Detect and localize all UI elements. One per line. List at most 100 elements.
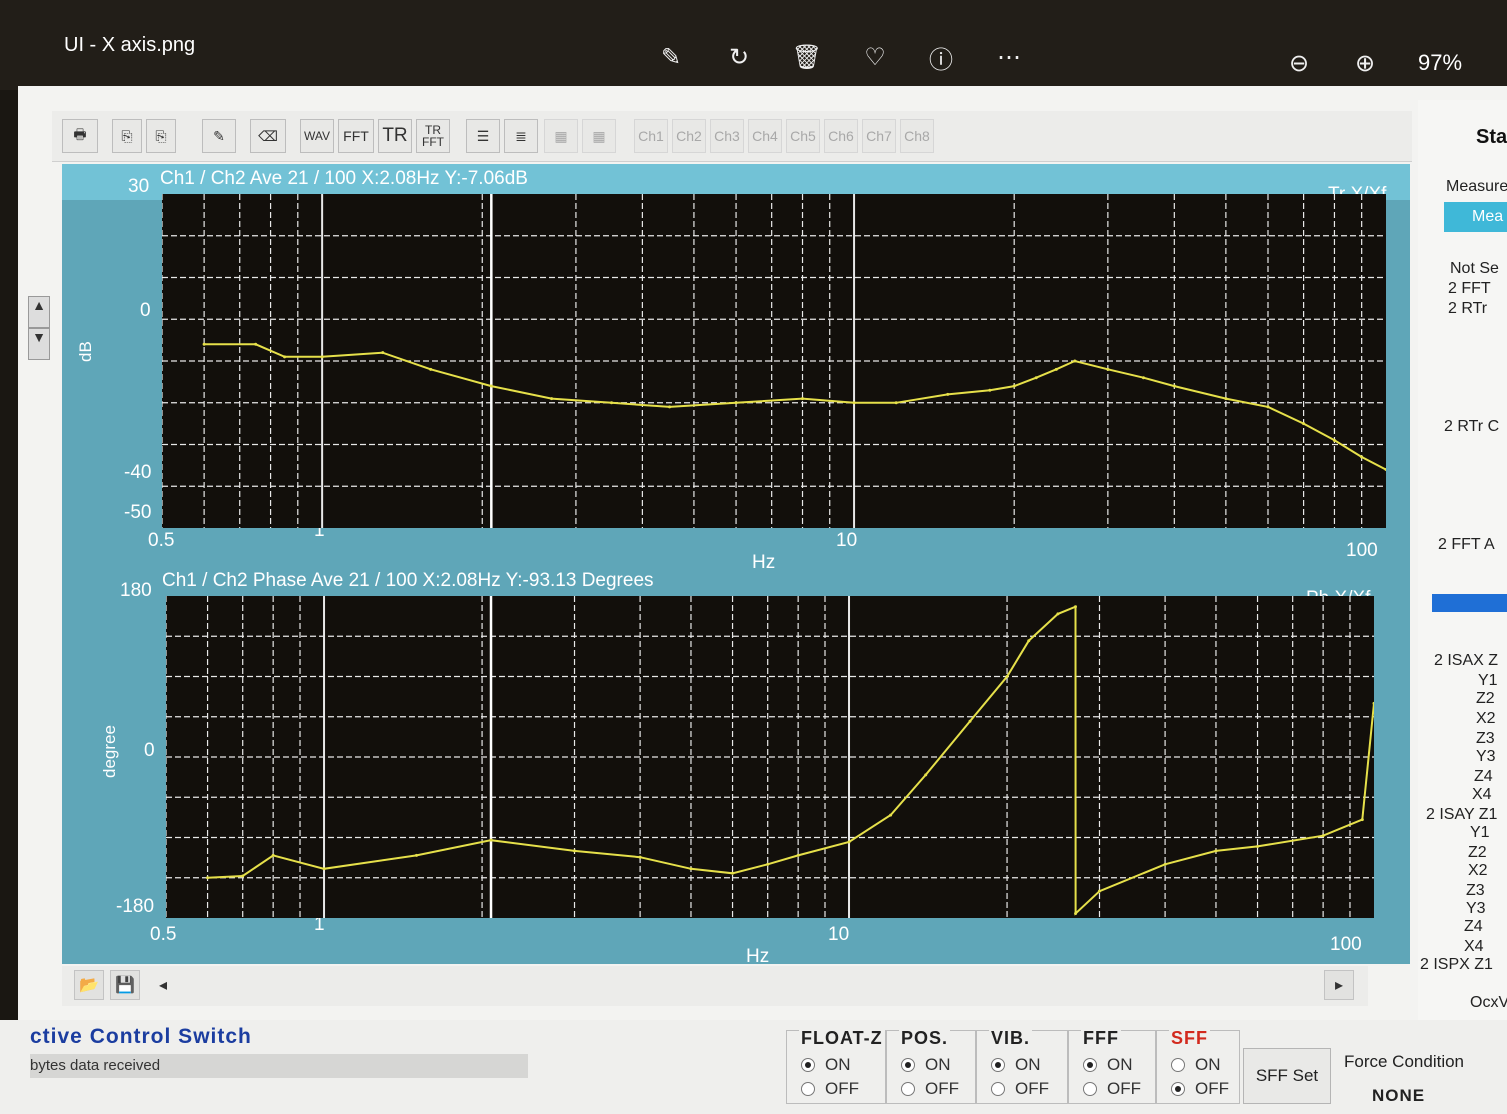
channel-button[interactable]: Ch8 [900,119,934,153]
channel-button[interactable]: Ch2 [672,119,706,153]
sff-set-button[interactable]: SFF Set [1243,1048,1331,1104]
radio-on[interactable]: ON [801,1055,851,1075]
radio-dot[interactable] [1083,1058,1097,1072]
trace-point [689,867,693,871]
radio-dot[interactable] [991,1058,1005,1072]
scroll-right-icon[interactable]: ▸ [1324,970,1354,1000]
trace-point [1332,438,1336,442]
measure-list-item[interactable]: X4 [1464,938,1484,956]
measure-list-item[interactable]: 2 RTr [1448,300,1487,318]
radio-dot[interactable] [901,1058,915,1072]
measure-list-item[interactable]: X2 [1468,862,1488,880]
layout-4-row-icon[interactable]: ≣ [504,119,538,153]
bottom-x-tick: 0.5 [150,924,177,945]
measure-list-item[interactable]: Z4 [1464,918,1483,936]
radio-dot[interactable] [991,1082,1005,1096]
measure-list-item[interactable]: Y1 [1478,672,1498,690]
copy-alt-icon[interactable]: ⎘ [146,119,176,153]
top-x-tick: 0.5 [148,530,175,551]
zoom-in-icon[interactable]: ⊕ [1348,46,1382,80]
layout-grid-fine-icon[interactable]: ▦ [582,119,616,153]
measure-list-item[interactable]: Z4 [1474,768,1493,786]
measure-list-item[interactable]: X4 [1472,786,1492,804]
radio-dot[interactable] [801,1082,815,1096]
channel-button[interactable]: Ch1 [634,119,668,153]
ocx-button[interactable]: OcxV [1470,994,1507,1012]
copy-icon[interactable]: ⎘ [112,119,142,153]
info-icon[interactable]: ⓘ [924,40,958,74]
app-window: 🖶 ⎘ ⎘ ✎ ⌫ WAV FFT TR TR FFT ☰ ≣ ▦ ▦ Ch1 C… [18,86,1507,1114]
radio-on[interactable]: ON [901,1055,951,1075]
rotate-icon[interactable]: ↻ [722,40,756,74]
top-transfer-plot[interactable] [162,194,1386,528]
trace-point [1056,612,1060,616]
radio-off[interactable]: OFF [801,1079,859,1099]
bottom-phase-plot[interactable] [166,596,1374,918]
radio-dot[interactable] [1171,1082,1185,1096]
channel-button[interactable]: Ch7 [862,119,896,153]
radio-dot[interactable] [1171,1058,1185,1072]
channel-button[interactable]: Ch6 [824,119,858,153]
trace-point [206,876,210,880]
radio-dot[interactable] [801,1058,815,1072]
radio-label: OFF [1107,1079,1141,1098]
layout-2-row-icon[interactable]: ☰ [466,119,500,153]
open-folder-icon[interactable]: 📂 [74,970,104,1000]
scroll-left-icon[interactable]: ◂ [148,970,178,1000]
measure-list-item[interactable]: Z2 [1476,690,1495,708]
radio-off[interactable]: OFF [1083,1079,1141,1099]
channel-button[interactable]: Ch4 [748,119,782,153]
zoom-arrows[interactable]: ▲ ▼ [28,296,50,376]
radio-off[interactable]: OFF [1171,1079,1229,1099]
scope-frame: Ch1 / Ch2 Ave 21 / 100 X:2.08Hz Y:-7.06d… [62,164,1410,967]
measure-list-selection[interactable] [1432,594,1507,612]
measure-list-item[interactable]: Z3 [1476,730,1495,748]
radio-on[interactable]: ON [1083,1055,1133,1075]
bottom-x-tick: 10 [828,924,850,945]
channel-button[interactable]: Ch5 [786,119,820,153]
fft-button[interactable]: FFT [338,119,374,153]
radio-off[interactable]: OFF [991,1079,1049,1099]
measure-list-item[interactable]: 2 ISAX Z [1434,652,1498,670]
radio-off[interactable]: OFF [901,1079,959,1099]
measure-list-item[interactable]: X2 [1476,710,1496,728]
measure-list-item[interactable]: Z3 [1466,882,1485,900]
edit-image-icon[interactable]: ✎ [654,40,688,74]
measure-button[interactable]: Mea [1444,202,1507,232]
measure-list-item[interactable]: Y3 [1466,900,1486,918]
wav-button[interactable]: WAV [300,119,334,153]
favorite-icon[interactable]: ♡ [858,40,892,74]
trace-point [1012,384,1016,388]
trace-point [1256,844,1260,848]
measure-list-item[interactable]: 2 RTr C [1444,418,1499,436]
tr-button[interactable]: TR [378,119,412,153]
eraser-icon[interactable]: ⌫ [250,119,286,153]
print-icon[interactable]: 🖶 [62,119,98,153]
tr-fft-button[interactable]: TR FFT [416,119,450,153]
trace-point [1172,384,1176,388]
radio-dot[interactable] [1083,1082,1097,1096]
tab-status[interactable]: Sta [1476,126,1507,149]
measure-list-item[interactable]: 2 FFT [1448,280,1491,298]
arrow-down-icon[interactable]: ▼ [28,328,50,360]
trace-point [610,401,614,405]
measure-list-item[interactable]: Y3 [1476,748,1496,766]
measure-list-item[interactable]: Not Se [1450,260,1499,278]
delete-icon[interactable]: 🗑 [790,40,824,74]
layout-grid-icon[interactable]: ▦ [544,119,578,153]
save-icon[interactable]: 💾 [110,970,140,1000]
measure-list-item[interactable]: 2 ISAY Z1 [1426,806,1497,824]
measure-list-item[interactable]: Y1 [1470,824,1490,842]
arrow-up-icon[interactable]: ▲ [28,296,50,328]
measure-list-item[interactable]: Z2 [1468,844,1487,862]
measure-list-item[interactable]: 2 FFT A [1438,536,1495,554]
zoom-out-icon[interactable]: ⊖ [1282,46,1316,80]
radio-on[interactable]: ON [991,1055,1041,1075]
toolbar: 🖶 ⎘ ⎘ ✎ ⌫ WAV FFT TR TR FFT ☰ ≣ ▦ ▦ Ch1 C… [52,111,1412,162]
channel-button[interactable]: Ch3 [710,119,744,153]
more-icon[interactable]: ⋯ [992,40,1026,74]
radio-dot[interactable] [901,1082,915,1096]
pen-icon[interactable]: ✎ [202,119,236,153]
radio-on[interactable]: ON [1171,1055,1221,1075]
measure-list-item[interactable]: 2 ISPX Z1 [1420,956,1493,974]
